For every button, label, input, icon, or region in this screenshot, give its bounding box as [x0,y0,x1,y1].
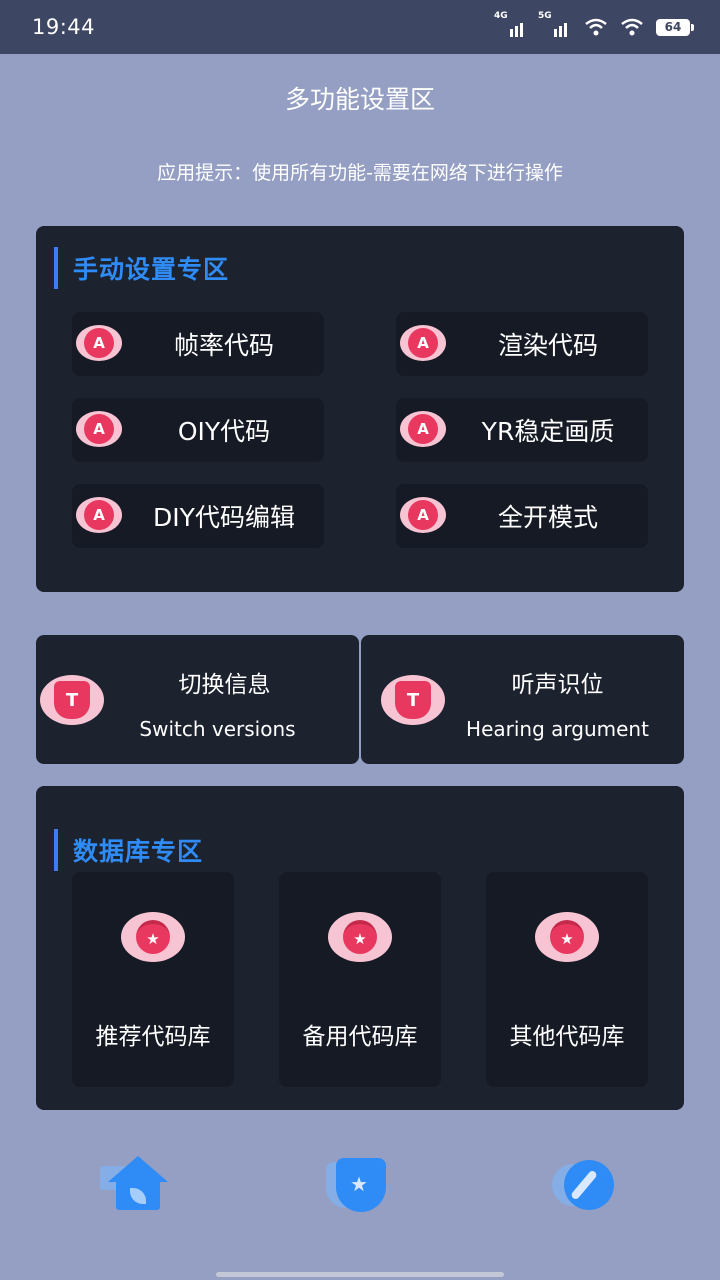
status-time: 19:44 [32,15,96,39]
a-badge-icon: A [400,325,446,361]
wifi-icon [621,18,643,36]
recommended-library-card[interactable]: ★ 推荐代码库 [72,872,234,1087]
shield-star-icon[interactable]: ★ [320,1152,400,1218]
battery-icon: 64 [656,18,694,36]
button-label: OIY代码 [177,417,271,446]
diy-code-edit-button[interactable]: A DIY代码编辑 [72,484,324,548]
heading-accent-bar [54,829,58,871]
a-badge-icon: A [400,411,446,447]
app-hint: 应用提示：使用所有功能-需要在网络下进行操作 [157,162,563,184]
compass-icon[interactable] [546,1152,626,1218]
hearing-argument-card[interactable]: T 听声识位 Hearing argument [361,635,684,764]
render-code-button[interactable]: A 渲染代码 [396,312,648,376]
heading-accent-bar [54,247,58,289]
page-title: 多功能设置区 [284,85,435,114]
oiy-code-button[interactable]: A OIY代码 [72,398,324,462]
medal-icon: ★ [535,912,599,962]
wifi-icon [585,18,607,36]
button-label: 帧率代码 [173,331,274,360]
framerate-code-button[interactable]: A 帧率代码 [72,312,324,376]
card-label: 其他代码库 [509,1024,625,1050]
network-type-label: 5G [538,11,552,21]
a-badge-icon: A [76,497,122,533]
home-indicator[interactable] [216,1272,504,1277]
card-label: 备用代码库 [302,1024,418,1050]
card-subtitle: Switch versions [139,717,296,741]
other-library-card[interactable]: ★ 其他代码库 [486,872,648,1087]
button-label: 渲染代码 [497,331,598,360]
home-icon[interactable] [96,1152,176,1218]
backup-library-card[interactable]: ★ 备用代码库 [279,872,441,1087]
medal-icon: ★ [328,912,392,962]
medal-icon: ★ [121,912,185,962]
card-title: 听声识位 [511,672,604,698]
card-subtitle: Hearing argument [466,717,649,741]
card-title: 切换信息 [178,672,271,698]
section-heading-text: 手动设置专区 [73,255,230,284]
a-badge-icon: A [400,497,446,533]
section-heading: 数据库专区 [54,829,203,871]
switch-versions-card[interactable]: T 切换信息 Switch versions [36,635,359,764]
signal-icon: 4G [494,11,528,37]
yr-stable-quality-button[interactable]: A YR稳定画质 [396,398,648,462]
signal-icon: 5G [538,11,572,37]
manual-settings-panel: 手动设置专区 A 帧率代码 A 渲染代码 A OIY代码 A YR稳定画质 A … [36,226,684,592]
status-bar: 19:44 4G 5G 64 [0,0,720,54]
status-icons: 4G 5G 64 [494,11,694,37]
all-on-mode-button[interactable]: A 全开模式 [396,484,648,548]
section-heading: 手动设置专区 [54,247,229,289]
network-type-label: 4G [494,11,508,21]
section-heading-text: 数据库专区 [73,837,204,866]
a-badge-icon: A [76,411,122,447]
card-label: 推荐代码库 [95,1024,211,1050]
button-label: DIY代码编辑 [153,503,295,532]
a-badge-icon: A [76,325,122,361]
button-label: 全开模式 [497,503,598,532]
button-label: YR稳定画质 [481,417,615,446]
